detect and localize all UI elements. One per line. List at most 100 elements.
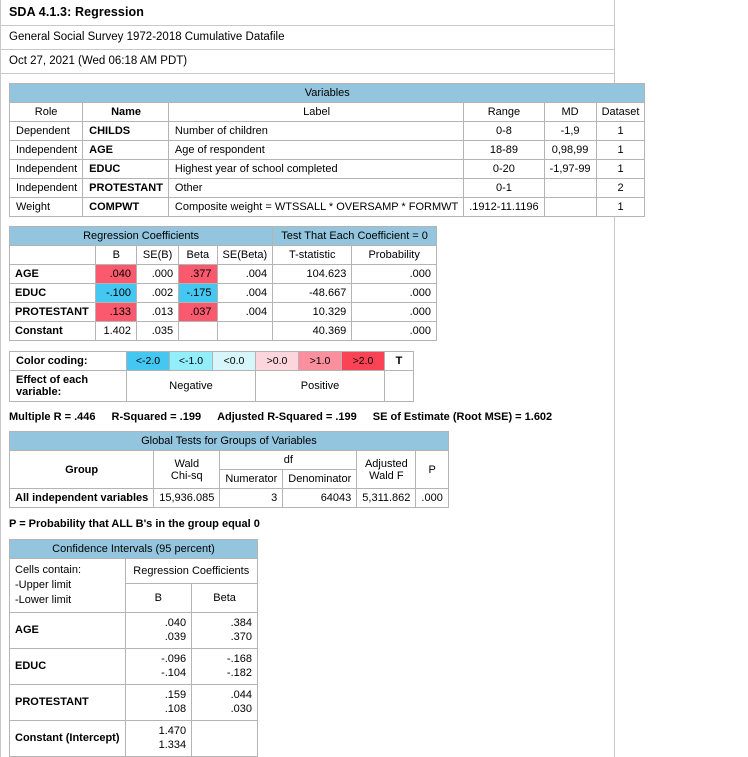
b-lower-limit: -.104	[161, 667, 187, 680]
cell-range: 18-89	[463, 140, 545, 160]
cell-t-statistic: 40.369	[272, 321, 353, 341]
cell-range: 0-8	[463, 121, 545, 141]
cell-role: Weight	[8, 197, 84, 217]
legend-swatch-lt-neg2: <-2.0	[126, 351, 170, 371]
variables-table: Variables Role Name Label Range MD Datas…	[8, 83, 646, 217]
cell-dataset: 1	[595, 121, 646, 141]
regression-coefficients-section: Regression Coefficients Test That Each C…	[1, 217, 614, 341]
table-header-row: Role Name Label Range MD Dataset	[8, 102, 646, 122]
report-timestamp: Oct 27, 2021 (Wed 06:18 AM PDT)	[9, 55, 188, 67]
column-header-se-b: SE(B)	[136, 245, 180, 265]
adj-wald-line-2: Wald F	[369, 469, 404, 482]
cells-contain-note: Cells contain: -Upper limit -Lower limit	[9, 558, 126, 613]
adjusted-r-squared-stat: Adjusted R-Squared = .199	[217, 411, 357, 423]
cell-beta: .037	[178, 302, 218, 322]
global-tests-footnote: P = Probability that ALL B's in the grou…	[9, 518, 260, 530]
color-coding-label: Color coding:	[9, 351, 127, 371]
cell-adjusted-wald-f: 5,311.862	[356, 488, 417, 508]
model-summary-line: Multiple R = .446 R-Squared = .199 Adjuste…	[1, 402, 614, 431]
cells-contain-line-2: -Upper limit	[15, 579, 72, 592]
column-header-beta: Beta	[178, 245, 218, 265]
cell-b-interval: .040 .039	[124, 611, 193, 649]
color-coding-legend-table: Color coding: <-2.0 <-1.0 <0.0 >0.0 >1.0…	[9, 351, 414, 402]
variables-section: Variables Role Name Label Range MD Datas…	[1, 74, 646, 217]
cell-se-beta: .004	[216, 283, 274, 303]
cell-b: 1.402	[95, 321, 138, 341]
cell-role: Independent	[8, 159, 84, 179]
cell-variable: AGE	[8, 264, 97, 284]
column-header-ci-beta: Beta	[191, 583, 258, 613]
cell-label: Highest year of school completed	[167, 159, 465, 179]
beta-lower-limit: .030	[230, 703, 252, 716]
cell-md	[543, 178, 597, 198]
table-row: EDUC -.096 -.104 -.168 -.182	[9, 647, 258, 685]
table-header-row: B SE(B) Beta SE(Beta) T-statistic Probab…	[8, 245, 437, 265]
cells-contain-line-3: -Lower limit	[15, 594, 72, 607]
b-lower-limit: .039	[164, 631, 187, 644]
b-lower-limit: .108	[164, 703, 187, 716]
cell-b-interval: -.096 -.104	[124, 647, 193, 685]
cell-b-interval: .159 .108	[124, 683, 193, 721]
cell-wald-chisq: 15,936.085	[153, 488, 221, 508]
cell-name: EDUC	[82, 159, 169, 179]
column-header-range: Range	[463, 102, 545, 122]
cell-se-beta: .004	[216, 302, 274, 322]
table-caption-row: Confidence Intervals (95 percent)	[9, 539, 258, 559]
coefficient-test-caption: Test That Each Coefficient = 0	[272, 226, 437, 246]
cell-md: -1,9	[543, 121, 597, 141]
se-of-estimate-stat: SE of Estimate (Root MSE) = 1.602	[372, 411, 553, 423]
cell-beta: .377	[178, 264, 218, 284]
adj-wald-line-1: Adjusted	[364, 457, 408, 470]
column-header-variable	[8, 245, 97, 265]
cell-variable: PROTESTANT	[8, 302, 97, 322]
column-header-ci-b: B	[124, 583, 193, 613]
legend-swatch-gt-2: >2.0	[341, 351, 385, 371]
legend-swatch-lt-zero: <0.0	[212, 351, 256, 371]
wald-line-1: Wald	[174, 457, 200, 470]
cell-se-beta: .004	[216, 264, 274, 284]
beta-upper-limit: -.168	[226, 652, 252, 665]
confidence-intervals-caption: Confidence Intervals (95 percent)	[9, 539, 258, 559]
cell-variable: EDUC	[8, 283, 97, 303]
column-header-wald-chisq: Wald Chi-sq	[153, 450, 221, 489]
cell-variable: EDUC	[9, 647, 126, 685]
cell-variable: PROTESTANT	[9, 683, 126, 721]
report-page: SDA 4.1.3: Regression General Social Sur…	[0, 0, 646, 757]
cell-p: .000	[415, 488, 449, 508]
column-header-regression-coefficients: Regression Coefficients	[124, 557, 258, 585]
cell-md	[543, 197, 597, 217]
table-row: Dependent CHILDS Number of children 0-8 …	[8, 121, 646, 141]
cell-name: CHILDS	[82, 121, 169, 141]
cell-group: All independent variables	[8, 488, 155, 508]
r-squared-stat: R-Squared = .199	[111, 411, 202, 423]
cell-name: COMPWT	[82, 197, 169, 217]
table-caption-row: Global Tests for Groups of Variables	[9, 431, 449, 451]
column-header-name: Name	[82, 102, 169, 122]
b-upper-limit: 1.470	[158, 724, 187, 737]
cell-b-interval: 1.470 1.334	[124, 719, 193, 757]
cell-denominator: 64043	[282, 488, 358, 508]
cell-b: .133	[95, 302, 138, 322]
page-title: SDA 4.1.3: Regression	[9, 5, 145, 19]
cells-contain-line-1: Cells contain:	[15, 564, 82, 576]
column-header-se-beta: SE(Beta)	[216, 245, 274, 265]
b-upper-limit: -.096	[161, 652, 187, 665]
color-coding-section: Color coding: <-2.0 <-1.0 <0.0 >0.0 >1.0…	[1, 341, 614, 402]
cell-range: .1912-11.1196	[463, 197, 545, 217]
column-header-adjusted-wald-f: Adjusted Wald F	[356, 450, 417, 489]
cell-se-b: .035	[136, 321, 180, 341]
table-row: Constant (Intercept) 1.470 1.334	[9, 719, 258, 757]
cell-se-b: .013	[136, 302, 180, 322]
legend-effect-negative: Negative	[126, 370, 256, 402]
table-row: Independent AGE Age of respondent 18-89 …	[8, 140, 646, 160]
legend-effect-positive: Positive	[255, 370, 385, 402]
cell-md: 0,98,99	[543, 140, 597, 160]
cell-t-statistic: 104.623	[272, 264, 353, 284]
legend-swatch-lt-neg1: <-1.0	[169, 351, 213, 371]
cell-se-b: .000	[136, 264, 180, 284]
beta-upper-limit: .384	[230, 616, 252, 629]
cell-variable: Constant	[8, 321, 97, 341]
b-upper-limit: .040	[164, 616, 187, 629]
legend-spacer	[384, 370, 414, 402]
legend-t-label: T	[384, 351, 414, 371]
